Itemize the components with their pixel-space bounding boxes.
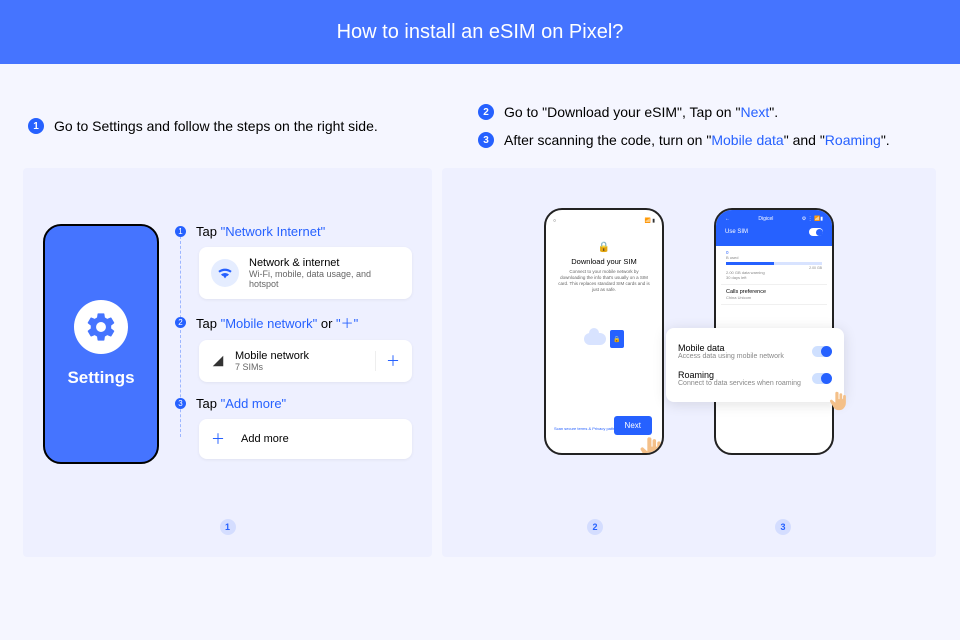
card-2-title: Mobile network	[235, 350, 365, 362]
lock-icon: 🔒	[551, 242, 657, 253]
roaming-title: Roaming	[678, 370, 801, 380]
instruction-2: 2 Go to "Download your eSIM", Tap on "Ne…	[478, 104, 932, 120]
gear-icon	[84, 310, 118, 344]
use-sim-label: Use SIM	[725, 229, 748, 235]
mobile-data-sub: Access data using mobile network	[678, 353, 784, 360]
settings-phone-mock: Settings	[43, 224, 159, 464]
roaming-sub: Connect to data services when roaming	[678, 380, 801, 387]
step-badge-1: 1	[28, 118, 44, 134]
download-sim-title: Download your SIM	[551, 257, 657, 266]
hand-cursor-icon-2	[828, 390, 850, 412]
instructions-right: 2 Go to "Download your eSIM", Tap on "Ne…	[478, 104, 932, 148]
gear-icon-circle	[74, 300, 128, 354]
next-button[interactable]: Next	[614, 416, 652, 435]
step-3-text: Tap "Add more"	[196, 396, 286, 411]
settings-label: Settings	[67, 368, 134, 388]
cloud-icon	[584, 333, 606, 345]
badge-3: 3	[775, 519, 791, 535]
wifi-icon	[211, 259, 239, 287]
download-sim-sub: Connect to your mobile network by downlo…	[551, 269, 657, 292]
step-1-text: Tap "Network Internet"	[196, 224, 325, 239]
plus-icon-left: ＋	[211, 429, 225, 449]
instruction-1: 1 Go to Settings and follow the steps on…	[28, 104, 438, 148]
instruction-3-text: After scanning the code, turn on "Mobile…	[504, 132, 890, 148]
phone3-header: ←Digicel⚙ ⋮ 📶▮ Use SIM	[716, 210, 832, 246]
badge-2: 2	[587, 519, 603, 535]
status-bar: ○📶 ▮	[551, 218, 657, 224]
top-instructions: 1 Go to Settings and follow the steps on…	[0, 64, 960, 168]
step-2-num: 2	[175, 317, 186, 328]
roaming-toggle[interactable]	[812, 373, 832, 384]
step-1-num: 1	[175, 226, 186, 237]
step-3: 3 Tap "Add more" ＋ Add more	[175, 396, 412, 459]
instruction-2-text: Go to "Download your eSIM", Tap on "Next…	[504, 104, 778, 120]
panel-1-badge: 1	[220, 519, 236, 535]
card-1-title: Network & internet	[249, 257, 400, 269]
panels-row: Settings 1 Tap "Network Internet" Networ…	[0, 168, 960, 557]
plus-icon[interactable]: ＋	[375, 351, 400, 371]
mobile-data-toggle[interactable]	[812, 346, 832, 357]
page-title: How to install an eSIM on Pixel?	[337, 21, 624, 44]
mobile-network-card[interactable]: Mobile network 7 SIMs ＋	[199, 340, 412, 382]
instruction-1-text: Go to Settings and follow the steps on t…	[54, 118, 378, 134]
card-3-title: Add more	[241, 433, 400, 445]
step-2: 2 Tap "Mobile network" or "＋" Mobile net…	[175, 313, 412, 382]
signal-icon	[211, 354, 225, 368]
badge-1: 1	[220, 519, 236, 535]
page-header: How to install an eSIM on Pixel?	[0, 0, 960, 64]
step-2-text: Tap "Mobile network" or "＋"	[196, 313, 358, 332]
panel-left: Settings 1 Tap "Network Internet" Networ…	[23, 168, 432, 557]
card-2-sub: 7 SIMs	[235, 362, 365, 372]
steps-list: 1 Tap "Network Internet" Network & inter…	[175, 224, 412, 537]
card-1-sub: Wi-Fi, mobile, data usage, and hotspot	[249, 269, 400, 289]
use-sim-toggle[interactable]	[809, 228, 823, 236]
download-illustration: 🔒	[551, 330, 657, 348]
download-sim-phone: ○📶 ▮ 🔒 Download your SIM Connect to your…	[544, 208, 664, 455]
step-1: 1 Tap "Network Internet" Network & inter…	[175, 224, 412, 299]
sim-card-icon: 🔒	[610, 330, 624, 348]
add-more-card[interactable]: ＋ Add more	[199, 419, 412, 459]
panel-right: ○📶 ▮ 🔒 Download your SIM Connect to your…	[442, 168, 936, 557]
hand-cursor-icon	[638, 435, 664, 455]
mobile-data-title: Mobile data	[678, 343, 784, 353]
network-internet-card[interactable]: Network & internet Wi-Fi, mobile, data u…	[199, 247, 412, 299]
privacy-link[interactable]: Scan secure terms & Privacy path	[554, 426, 614, 431]
step-badge-3: 3	[478, 132, 494, 148]
step-badge-2: 2	[478, 104, 494, 120]
mobile-data-popup: Mobile data Access data using mobile net…	[666, 328, 844, 402]
step-3-num: 3	[175, 398, 186, 409]
instruction-3: 3 After scanning the code, turn on "Mobi…	[478, 132, 932, 148]
panel-2-badges: 2 3	[442, 519, 936, 535]
